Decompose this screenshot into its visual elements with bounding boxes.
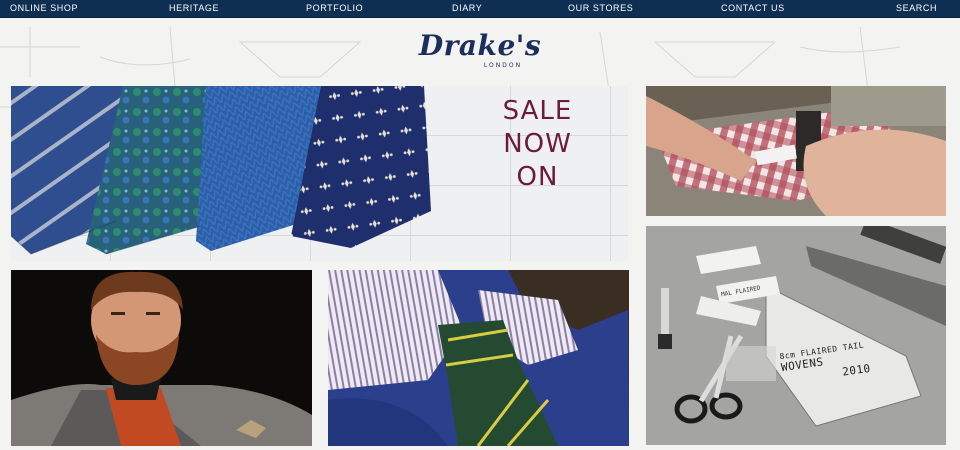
top-navigation: ONLINE SHOP HERITAGE PORTFOLIO DIARY OUR… — [0, 0, 960, 18]
workshop-image — [646, 226, 946, 445]
tie-knot-image — [328, 270, 629, 446]
sale-line-2: NOW — [503, 129, 572, 159]
drakes-logo[interactable]: Drake's LONDON — [380, 31, 580, 75]
nav-heritage[interactable]: HERITAGE — [169, 0, 219, 17]
logo-subtitle: LONDON — [483, 62, 523, 69]
nav-contact-us[interactable]: CONTACT US — [721, 0, 785, 17]
sale-banner-tile[interactable]: SALE NOW ON — [11, 86, 628, 261]
sale-line-1: SALE — [502, 96, 573, 126]
nav-our-stores[interactable]: OUR STORES — [568, 0, 633, 17]
bearded-man-image — [11, 270, 312, 446]
nav-online-shop[interactable]: ONLINE SHOP — [10, 0, 78, 17]
sale-now-on-text: SALE NOW ON — [470, 95, 605, 194]
bearded-man-tile[interactable] — [11, 270, 312, 446]
tie-knot-tile[interactable] — [328, 270, 629, 446]
tie-pattern-workshop-tile[interactable]: 8cm FLAIRED TAIL WOVENS 2010 MAL FLAIRED — [646, 226, 946, 445]
sewing-tile[interactable] — [646, 86, 946, 216]
nav-diary[interactable]: DIARY — [452, 0, 482, 17]
logo-wordmark: Drake's — [418, 29, 542, 62]
nav-portfolio[interactable]: PORTFOLIO — [306, 0, 363, 17]
nav-search[interactable]: SEARCH — [896, 0, 937, 17]
sale-line-3: ON — [516, 162, 559, 192]
sewing-image — [646, 86, 946, 216]
